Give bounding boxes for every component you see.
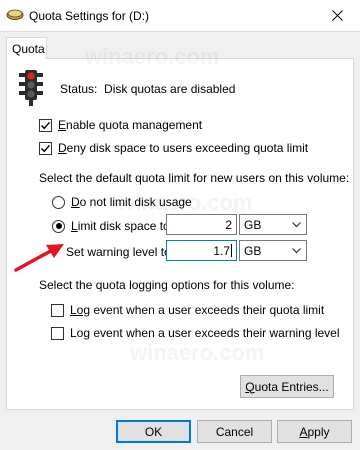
apply-label: Apply	[299, 424, 330, 439]
quota-entries-button[interactable]: Quota Entries...	[240, 375, 334, 398]
ok-button[interactable]: OK	[116, 420, 191, 443]
text-cursor	[231, 244, 232, 257]
limit-unit-select[interactable]: GB	[239, 214, 307, 235]
cancel-button[interactable]: Cancel	[197, 420, 272, 443]
deny-space-checkbox[interactable]: Deny disk space to users exceeding quota…	[39, 141, 308, 155]
enable-quota-checkbox[interactable]: Enable quota management	[39, 118, 202, 132]
warning-unit-value: GB	[244, 244, 262, 258]
apply-button[interactable]: Apply	[277, 420, 352, 443]
close-button[interactable]	[314, 0, 360, 31]
enable-quota-label: Enable quota management	[58, 118, 203, 132]
warning-level-label: Set warning level to	[66, 245, 171, 259]
tab-quota-label: Quota	[12, 42, 45, 56]
logging-heading: Select the quota logging options for thi…	[39, 278, 295, 292]
close-icon	[331, 10, 343, 21]
title-bar: Quota Settings for (D:)	[0, 0, 360, 31]
no-limit-radio[interactable]: Do not limit disk usage	[52, 195, 192, 209]
disk-drive-icon	[6, 9, 24, 20]
log-warning-label: Log event when a user exceeds their warn…	[70, 326, 340, 340]
quota-entries-label: Quota Entries...	[245, 379, 329, 394]
cancel-label: Cancel	[215, 424, 254, 439]
chevron-down-icon	[292, 222, 301, 228]
checkmark-icon	[41, 144, 51, 152]
limit-value-input[interactable]: 2	[166, 214, 237, 235]
checkbox-box[interactable]	[39, 141, 52, 155]
log-warning-checkbox[interactable]: Log event when a user exceeds their warn…	[51, 326, 340, 340]
status-text: Status: Disk quotas are disabled	[60, 82, 236, 96]
default-limit-heading: Select the default quota limit for new u…	[39, 171, 350, 185]
checkbox-box[interactable]	[51, 303, 64, 317]
warning-unit-select[interactable]: GB	[239, 240, 307, 261]
red-arrow-annotation	[14, 244, 64, 272]
limit-label: Limit disk space to	[71, 219, 170, 233]
chevron-down-icon	[292, 248, 301, 254]
ok-label: OK	[144, 424, 163, 439]
warning-value-text: 1.7	[213, 244, 230, 258]
no-limit-label: Do not limit disk usage	[71, 195, 192, 209]
radio-circle[interactable]	[52, 195, 65, 209]
checkbox-box[interactable]	[51, 326, 64, 340]
deny-space-label: Deny disk space to users exceeding quota…	[58, 141, 309, 155]
log-limit-label: Log event when a user exceeds their quot…	[70, 303, 325, 317]
limit-radio[interactable]: Limit disk space to	[52, 219, 170, 233]
checkbox-box[interactable]	[39, 118, 52, 132]
radio-circle-selected[interactable]	[52, 219, 65, 233]
limit-unit-value: GB	[244, 218, 262, 232]
window-title: Quota Settings for (D:)	[29, 9, 150, 23]
checkmark-icon	[41, 121, 51, 129]
traffic-light-icon	[19, 70, 43, 106]
log-limit-checkbox[interactable]: Log event when a user exceeds their quot…	[51, 303, 324, 317]
warning-value-input[interactable]: 1.7	[166, 240, 237, 261]
tab-quota[interactable]: Quota	[6, 37, 47, 59]
